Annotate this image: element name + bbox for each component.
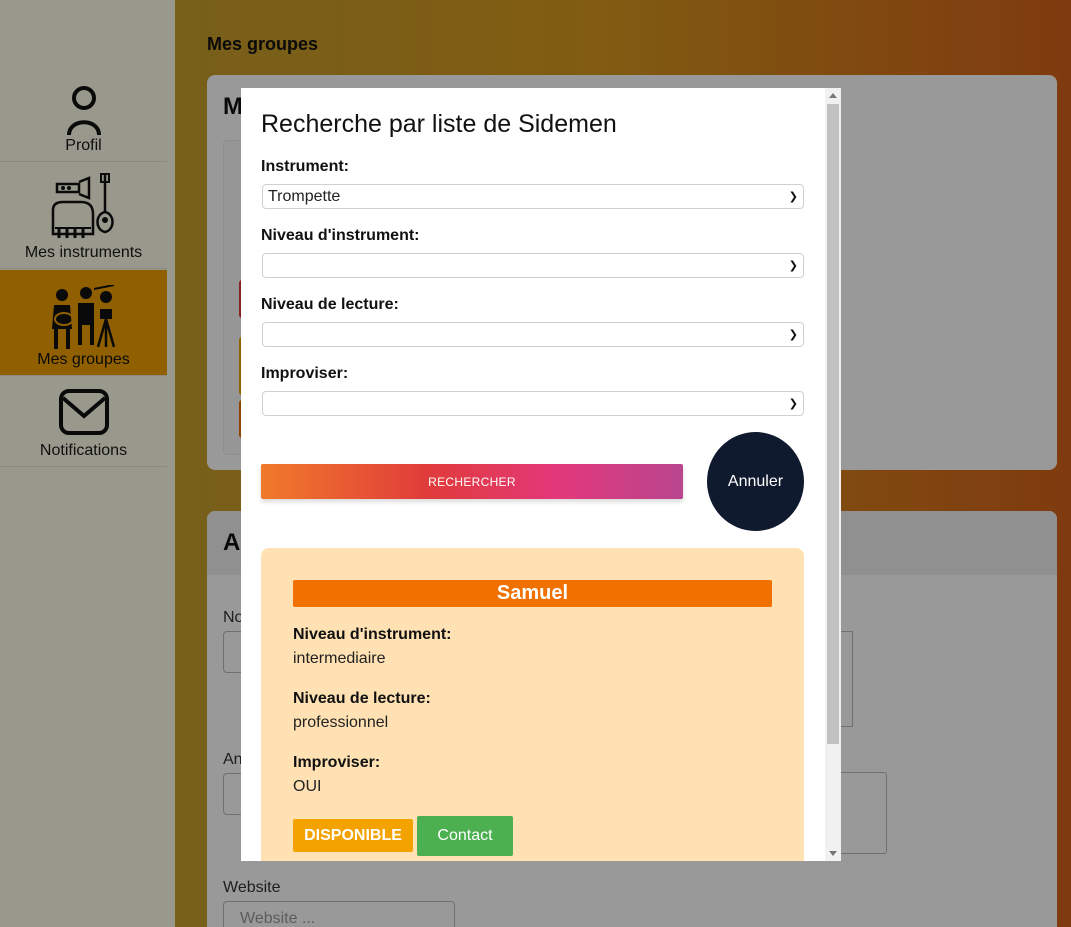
- instrument-select-value: Trompette: [268, 187, 341, 205]
- sidemen-search-modal: Recherche par liste de Sidemen Instrumen…: [241, 88, 841, 861]
- chevron-down-icon: ❯: [788, 190, 798, 203]
- reading-level-select[interactable]: ❯: [262, 322, 804, 347]
- reading-level-label: Niveau de lecture:: [261, 296, 399, 313]
- search-button[interactable]: RECHERCHER: [261, 464, 683, 499]
- status-badge: DISPONIBLE: [293, 819, 413, 852]
- chevron-down-icon: ❯: [788, 259, 798, 272]
- modal-scrollbar[interactable]: [825, 88, 841, 861]
- scroll-up-icon[interactable]: [829, 93, 837, 98]
- sideman-result-card: Samuel Niveau d'instrument: intermediair…: [261, 548, 804, 861]
- contact-button[interactable]: Contact: [417, 816, 513, 856]
- instrument-select[interactable]: Trompette ❯: [262, 184, 804, 209]
- result-reading-level: professionnel: [293, 714, 389, 731]
- result-instrument-level: intermediaire: [293, 650, 386, 667]
- instrument-label: Instrument:: [261, 158, 349, 175]
- chevron-down-icon: ❯: [788, 328, 798, 341]
- scroll-down-icon[interactable]: [829, 851, 837, 856]
- instrument-level-select[interactable]: ❯: [262, 253, 804, 278]
- result-improvise-label: Improviser:: [293, 754, 381, 771]
- result-reading-level-label: Niveau de lecture:: [293, 690, 431, 707]
- result-instrument-level-label: Niveau d'instrument:: [293, 626, 452, 643]
- instrument-level-label: Niveau d'instrument:: [261, 227, 420, 244]
- improvise-select[interactable]: ❯: [262, 391, 804, 416]
- chevron-down-icon: ❯: [788, 397, 798, 410]
- cancel-button[interactable]: Annuler: [707, 432, 804, 531]
- sideman-name: Samuel: [293, 580, 772, 607]
- result-improvise: OUI: [293, 778, 322, 795]
- modal-title: Recherche par liste de Sidemen: [261, 110, 617, 138]
- improvise-label: Improviser:: [261, 365, 349, 382]
- scrollbar-thumb[interactable]: [827, 104, 839, 744]
